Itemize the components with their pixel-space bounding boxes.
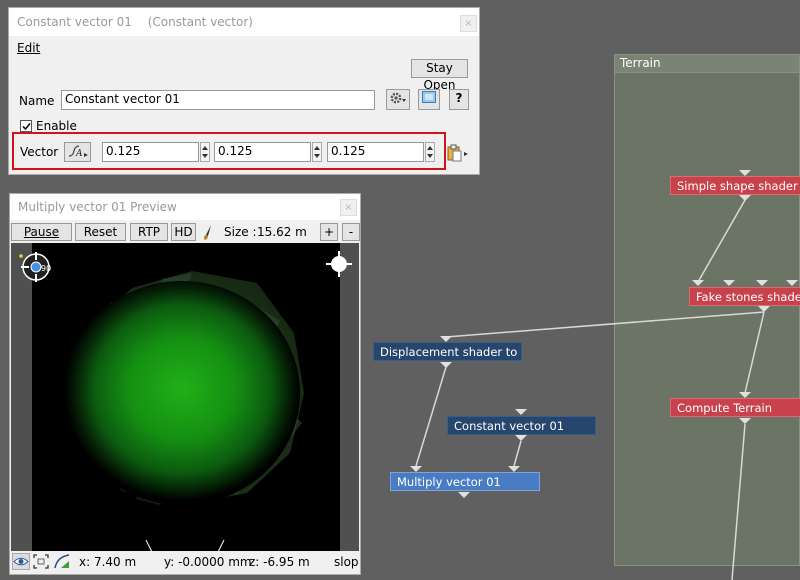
preview-viewport[interactable] bbox=[32, 243, 340, 551]
compass-icon[interactable]: 90 bbox=[19, 250, 53, 284]
status-z: z: -6.95 m bbox=[249, 555, 310, 569]
window-title: Constant vector 01 bbox=[17, 15, 132, 29]
node-label: Multiply vector 01 bbox=[397, 475, 501, 489]
slope-view-button[interactable] bbox=[53, 553, 71, 570]
settings-dropdown-button[interactable] bbox=[386, 89, 410, 110]
node-fake-stones-shader[interactable]: Fake stones shader bbox=[689, 287, 800, 306]
node-simple-shape-shader[interactable]: Simple shape shader 01 bbox=[670, 176, 800, 195]
menu-edit[interactable]: Edit bbox=[17, 41, 40, 55]
node-label: Displacement shader to v... bbox=[380, 345, 521, 359]
preview-left-margin bbox=[11, 243, 32, 551]
connection-line bbox=[744, 311, 765, 394]
enable-checkbox[interactable] bbox=[20, 120, 32, 132]
connection-line bbox=[415, 366, 447, 467]
reset-button[interactable]: Reset bbox=[75, 223, 126, 241]
output-port bbox=[739, 195, 751, 201]
status-slope: slope bbox=[334, 555, 359, 569]
eye-icon bbox=[13, 557, 29, 566]
status-y: y: -0.0000 mm bbox=[164, 555, 252, 569]
window-title-bar[interactable]: Multiply vector 01 Preview bbox=[10, 194, 360, 220]
input-port bbox=[692, 280, 704, 286]
compass-value: 90 bbox=[41, 264, 51, 273]
window-title-bar[interactable]: Constant vector 01 (Constant vector) bbox=[9, 8, 479, 36]
input-port bbox=[756, 280, 768, 286]
node-label: Simple shape shader 01 bbox=[677, 179, 800, 193]
zoom-in-button[interactable]: + bbox=[320, 223, 338, 241]
picture-icon bbox=[422, 91, 436, 103]
clipboard-icon bbox=[447, 144, 468, 162]
brush-button[interactable] bbox=[201, 223, 215, 241]
brush-icon bbox=[204, 225, 211, 240]
output-port bbox=[440, 362, 452, 368]
status-x: x: 7.40 m bbox=[79, 555, 137, 569]
window-title: Multiply vector 01 Preview bbox=[18, 200, 177, 214]
output-port bbox=[758, 306, 770, 312]
connection-line bbox=[697, 199, 746, 283]
node-multiply-vector[interactable]: Multiply vector 01 bbox=[390, 472, 540, 491]
window-title-type: (Constant vector) bbox=[147, 15, 253, 29]
visibility-toggle[interactable] bbox=[12, 553, 30, 570]
output-port bbox=[515, 435, 527, 441]
terrain-preview-image bbox=[32, 243, 340, 551]
input-port bbox=[515, 409, 527, 415]
hd-button[interactable]: HD bbox=[171, 223, 196, 241]
help-button[interactable]: ? bbox=[449, 89, 469, 110]
frame-view-button[interactable] bbox=[32, 553, 50, 570]
node-displacement-shader[interactable]: Displacement shader to v... bbox=[373, 342, 522, 361]
pause-button[interactable]: Pause bbox=[11, 223, 72, 241]
stay-open-button[interactable]: Stay Open bbox=[411, 59, 468, 92]
slope-icon bbox=[54, 554, 70, 569]
frame-icon bbox=[33, 554, 49, 569]
name-label: Name bbox=[19, 94, 55, 108]
rtp-button[interactable]: RTP bbox=[130, 223, 168, 241]
clipboard-dropdown-button[interactable] bbox=[446, 143, 470, 163]
checkmark-icon bbox=[22, 122, 31, 131]
vector-row-highlight bbox=[12, 132, 446, 170]
input-port bbox=[723, 280, 735, 286]
preview-status-bar: x: 7.40 m y: -0.0000 mm z: -6.95 m slope bbox=[11, 551, 359, 573]
size-label: Size : bbox=[224, 225, 257, 239]
node-constant-vector[interactable]: Constant vector 01 bbox=[447, 416, 596, 435]
size-value: 15.62 m bbox=[257, 225, 307, 239]
sun-direction-icon[interactable] bbox=[325, 250, 353, 278]
close-button[interactable]: × bbox=[460, 15, 477, 32]
input-port bbox=[786, 280, 798, 286]
node-compute-terrain[interactable]: Compute Terrain bbox=[670, 398, 800, 417]
preview-button[interactable] bbox=[418, 89, 440, 110]
output-port bbox=[458, 492, 470, 498]
node-label: Constant vector 01 bbox=[454, 419, 565, 433]
close-button[interactable]: × bbox=[340, 199, 357, 216]
connection-line bbox=[731, 423, 746, 580]
node-label: Fake stones shader bbox=[696, 290, 800, 304]
node-label: Compute Terrain bbox=[677, 401, 773, 415]
connection-line bbox=[513, 440, 522, 467]
gear-icon bbox=[390, 92, 406, 104]
zoom-out-button[interactable]: - bbox=[342, 223, 360, 241]
preview-right-margin bbox=[340, 243, 359, 551]
output-port bbox=[739, 418, 751, 424]
name-input[interactable]: Constant vector 01 bbox=[61, 90, 375, 110]
horizon-marks bbox=[145, 539, 225, 552]
enable-label: Enable bbox=[36, 119, 77, 133]
connection-line bbox=[445, 311, 765, 338]
